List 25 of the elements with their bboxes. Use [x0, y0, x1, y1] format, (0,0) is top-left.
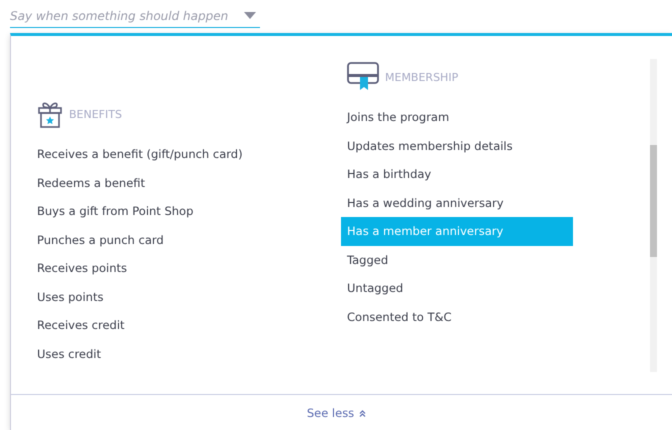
event-option[interactable]: Punches a punch card — [31, 226, 263, 254]
event-option[interactable]: Uses points — [31, 282, 263, 311]
membership-card-icon — [347, 62, 379, 92]
event-option[interactable]: Untagged — [341, 274, 573, 302]
event-option[interactable]: Updates membership details — [341, 132, 573, 160]
event-option[interactable]: Receives credit — [31, 311, 263, 340]
gift-icon — [37, 100, 63, 128]
event-option[interactable]: Buys a gift from Point Shop — [31, 197, 263, 226]
event-option[interactable]: Joins the program — [341, 103, 573, 132]
scrollbar-thumb[interactable] — [650, 145, 657, 257]
dropdown-caret-icon — [244, 12, 256, 19]
event-option[interactable]: Has a wedding anniversary — [341, 188, 573, 217]
event-option[interactable]: Tagged — [341, 246, 573, 274]
event-option[interactable]: Uses credit — [31, 340, 263, 368]
event-option[interactable]: Redeems a benefit — [31, 168, 263, 197]
trigger-dropdown[interactable]: Say when something should happen — [10, 4, 260, 28]
event-option[interactable]: Receives a benefit (gift/punch card) — [31, 140, 263, 168]
double-chevron-up-icon — [359, 410, 366, 416]
group-heading: MEMBERSHIP — [385, 70, 458, 84]
group-heading: BENEFITS — [69, 108, 122, 120]
see-less-button[interactable]: See less — [302, 404, 370, 422]
scrollbar[interactable] — [650, 59, 657, 372]
event-option[interactable]: Has a birthday — [341, 160, 573, 188]
event-option[interactable]: Receives points — [31, 254, 263, 282]
event-option[interactable]: Consented to T&C — [341, 302, 573, 331]
